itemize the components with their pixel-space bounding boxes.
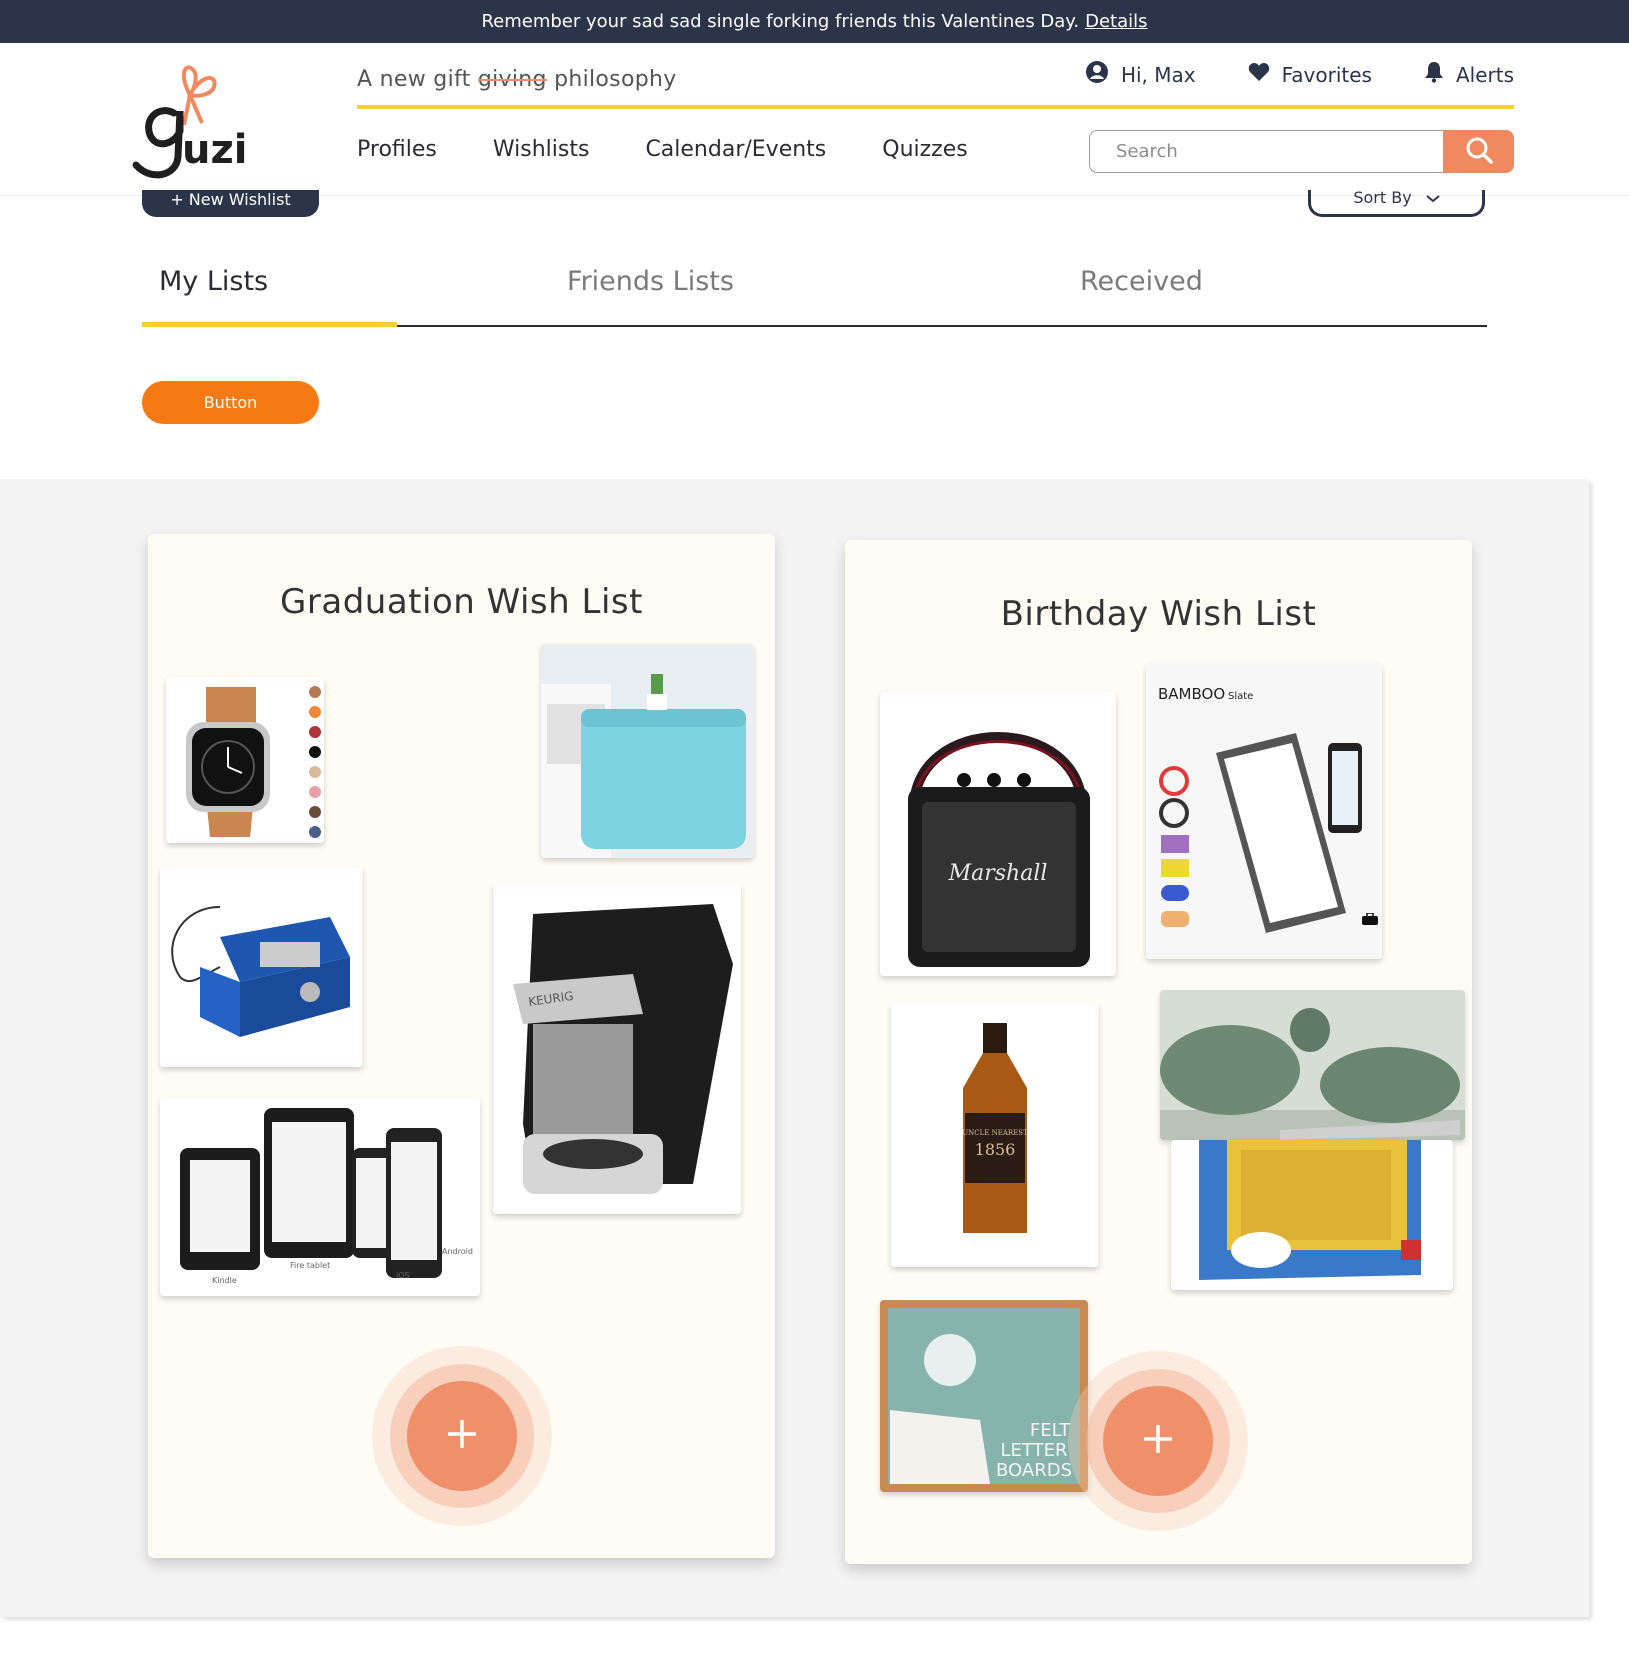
new-wishlist-button[interactable]: + New Wishlist (142, 190, 319, 217)
sort-by-dropdown[interactable]: Sort By (1308, 190, 1485, 217)
tagline: A new gift giving philosophy (357, 67, 677, 92)
user-links: Hi, Max Favorites Alerts (1085, 60, 1514, 89)
active-tab-indicator (142, 322, 397, 327)
svg-text:Slate: Slate (1228, 691, 1253, 702)
wishlist-title: Graduation Wish List (280, 582, 643, 622)
item-apple-watch[interactable] (166, 677, 324, 843)
nav-item-quizzes[interactable]: Quizzes (882, 137, 967, 162)
item-keurig-coffee-maker[interactable]: KEURIG (493, 884, 741, 1214)
svg-text:iOS: iOS (396, 1271, 410, 1280)
item-felt-letter-board[interactable]: FELT LETTER BOARDS (880, 1300, 1088, 1492)
svg-text:FELT: FELT (1030, 1420, 1071, 1441)
svg-text:1856: 1856 (975, 1140, 1016, 1159)
generic-button[interactable]: Button (142, 381, 319, 424)
tab-received[interactable]: Received (1080, 266, 1203, 297)
favorites-link[interactable]: Favorites (1248, 60, 1372, 89)
search-bar (1089, 130, 1514, 173)
wishlist-card-birthday[interactable]: Birthday Wish List Marshall BAMBOO Slate (845, 540, 1472, 1564)
search-button[interactable] (1443, 130, 1514, 173)
briefcase-icon (1361, 910, 1379, 929)
user-circle-icon (1085, 60, 1109, 89)
nav-item-wishlists[interactable]: Wishlists (493, 137, 590, 162)
svg-text:Kindle: Kindle (212, 1276, 237, 1285)
alerts-label: Alerts (1455, 62, 1514, 87)
add-item-button-halo (1068, 1351, 1248, 1531)
banner-message: Remember your sad sad single forking fri… (481, 11, 1080, 32)
alerts-link[interactable]: Alerts (1424, 60, 1514, 89)
promo-banner: Remember your sad sad single forking fri… (0, 0, 1629, 43)
greeting-label: Hi, Max (1120, 62, 1196, 87)
item-cookware-set[interactable] (1160, 990, 1465, 1140)
sort-by-label: Sort By (1353, 188, 1412, 207)
item-mini-fridge[interactable] (541, 644, 754, 858)
item-marshall-speaker[interactable]: Marshall (880, 692, 1116, 976)
item-simpsons-puzzle[interactable] (1171, 1140, 1453, 1290)
wishlists-panel: Graduation Wish List KEURIG Kindle Fire … (0, 479, 1589, 1617)
nav-item-profiles[interactable]: Profiles (357, 137, 437, 162)
account-link[interactable]: Hi, Max (1085, 60, 1196, 89)
main-nav: Profiles Wishlists Calendar/Events Quizz… (357, 137, 968, 162)
guzi-logo[interactable]: uzi (128, 53, 268, 183)
banner-details-link[interactable]: Details (1085, 11, 1147, 32)
svg-text:BAMBOO: BAMBOO (1158, 685, 1225, 703)
item-lock-box[interactable] (160, 867, 363, 1067)
add-item-button[interactable] (1103, 1386, 1213, 1496)
bell-icon (1424, 61, 1444, 88)
tab-my-lists[interactable]: My Lists (159, 266, 268, 297)
item-kindle-devices[interactable]: Kindle Fire tablet iOS Android (160, 1098, 480, 1296)
search-input[interactable] (1089, 130, 1443, 173)
add-item-button[interactable] (407, 1381, 517, 1491)
plus-icon (444, 1416, 480, 1456)
wishlist-tabs: My Lists Friends Lists Received (142, 250, 1487, 327)
tagline-strikethrough: giving (477, 67, 547, 92)
wishlist-card-graduation[interactable]: Graduation Wish List KEURIG Kindle Fire … (148, 534, 775, 1558)
nav-item-calendar-events[interactable]: Calendar/Events (645, 137, 826, 162)
item-uncle-nearest-whiskey[interactable]: UNCLE NEAREST 1856 (891, 1003, 1099, 1267)
favorites-label: Favorites (1281, 62, 1372, 87)
plus-icon (1140, 1421, 1176, 1461)
header-divider (357, 105, 1514, 109)
svg-text:LETTER: LETTER (1001, 1440, 1068, 1461)
site-header: uzi A new gift giving philosophy Hi, Max… (0, 43, 1629, 196)
chevron-down-icon (1426, 190, 1440, 206)
svg-text:BOARDS: BOARDS (996, 1460, 1072, 1481)
tab-friends-lists[interactable]: Friends Lists (567, 266, 734, 297)
item-bamboo-slate[interactable]: BAMBOO Slate (1146, 663, 1382, 959)
svg-text:Android: Android (442, 1247, 473, 1256)
logo-wordmark: uzi (182, 127, 247, 173)
svg-text:UNCLE NEAREST: UNCLE NEAREST (962, 1129, 1028, 1137)
svg-text:Marshall: Marshall (948, 861, 1048, 886)
svg-text:Fire tablet: Fire tablet (290, 1261, 330, 1270)
search-icon (1465, 136, 1493, 168)
wishlist-title: Birthday Wish List (1000, 594, 1317, 634)
heart-icon (1248, 62, 1270, 87)
add-item-button-halo (372, 1346, 552, 1526)
